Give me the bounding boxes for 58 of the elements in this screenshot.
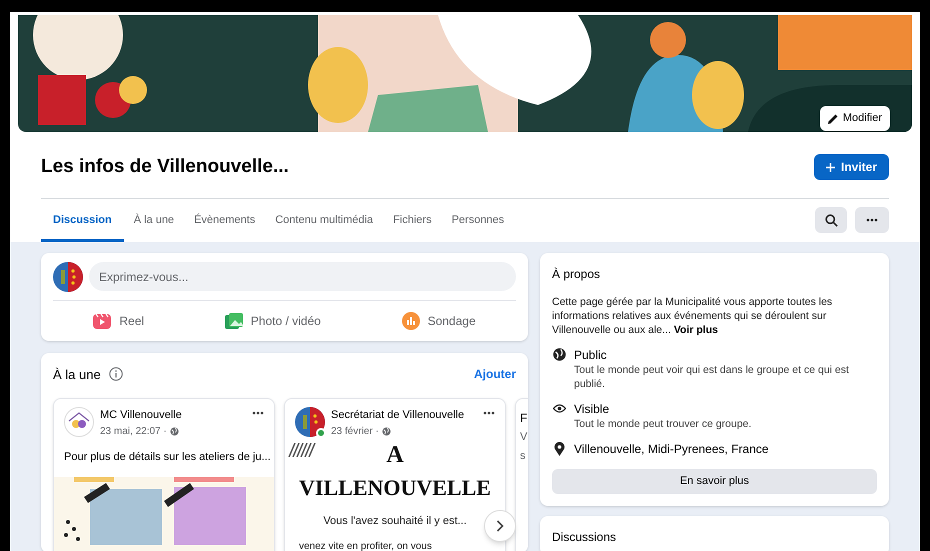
search-button[interactable] xyxy=(815,207,847,233)
post-date: 23 février · xyxy=(331,424,379,438)
hatching-icon xyxy=(287,442,317,456)
post-author: F xyxy=(520,410,528,427)
see-more-link[interactable]: Voir plus xyxy=(674,324,718,336)
tab[interactable]: Fichiers xyxy=(383,198,442,242)
group-title: Les infos de Villenouvelle... xyxy=(41,155,289,179)
section-title: Discussions xyxy=(552,528,618,546)
poster-heading: VILLENOUVELLE xyxy=(299,474,491,502)
composer-action[interactable]: Sondage xyxy=(402,312,476,330)
post-date: 23 mai, 22:07 · xyxy=(100,424,167,438)
more-icon xyxy=(252,411,264,415)
globe-icon xyxy=(552,348,566,361)
more-icon xyxy=(483,411,495,415)
poll-icon xyxy=(402,312,420,330)
composer-action[interactable]: Photo / vidéo xyxy=(224,312,321,330)
image-icon xyxy=(224,312,243,328)
tab[interactable]: Évènements xyxy=(184,198,266,242)
poster-text: venez vite en profiter, on vous xyxy=(298,540,432,551)
avatar-icon xyxy=(295,407,325,437)
invite-button[interactable]: Inviter xyxy=(814,154,889,180)
poster-heading: A xyxy=(386,440,404,468)
reel-icon xyxy=(93,312,112,328)
globe-icon xyxy=(382,426,391,436)
tab[interactable]: Contenu multimédia xyxy=(265,198,384,242)
learn-more-button[interactable]: En savoir plus xyxy=(552,468,877,494)
post-text: s xyxy=(520,448,526,464)
about-item-title: Villenouvelle, Midi-Pyrenees, France xyxy=(574,440,769,456)
poster-text: Vous l'avez souhaité il y est... xyxy=(323,514,467,528)
avatar-icon xyxy=(53,262,83,292)
eye-icon xyxy=(552,404,566,413)
post-date: V xyxy=(520,430,528,445)
tab[interactable]: Personnes xyxy=(442,198,514,242)
tab[interactable]: À la une xyxy=(124,198,184,242)
edit-cover-button[interactable]: Modifier xyxy=(820,106,890,131)
section-title: À la une xyxy=(53,366,101,384)
pencil-icon xyxy=(828,114,838,124)
add-link[interactable]: Ajouter xyxy=(474,365,516,384)
about-item-title: Visible xyxy=(574,400,610,416)
composer-action[interactable]: Reel xyxy=(93,312,144,330)
more-button[interactable] xyxy=(855,207,889,233)
location-pin-icon xyxy=(554,442,564,456)
post-author: MC Villenouvelle xyxy=(100,408,183,423)
section-title: À propos xyxy=(552,266,602,282)
about-item-text: Tout le monde peut trouver ce groupe. xyxy=(574,416,752,430)
plus-icon xyxy=(826,162,835,172)
chevron-right-icon xyxy=(496,520,504,532)
globe-icon xyxy=(170,426,179,436)
about-item-text: Tout le monde peut voir qui est dans le groupe et ce qui est publié. xyxy=(574,362,850,390)
info-icon xyxy=(108,367,123,382)
search-icon xyxy=(824,214,838,226)
avatar-icon xyxy=(64,407,94,437)
post-author: Secrétariat de Villenouvelle xyxy=(331,408,466,423)
more-icon xyxy=(866,218,878,222)
about-item-title: Public xyxy=(574,346,608,362)
about-description: Cette page gérée par la Municipalité vous apporte toutes les informations relatives aux événements qui se déroulent sur Villenouvelle ou aux ale... Voir plus xyxy=(552,294,834,336)
post-text: Pour plus de détails sur les ateliers de ju... xyxy=(63,450,272,464)
post-input-field[interactable]: Exprimez-vous... xyxy=(89,262,516,291)
